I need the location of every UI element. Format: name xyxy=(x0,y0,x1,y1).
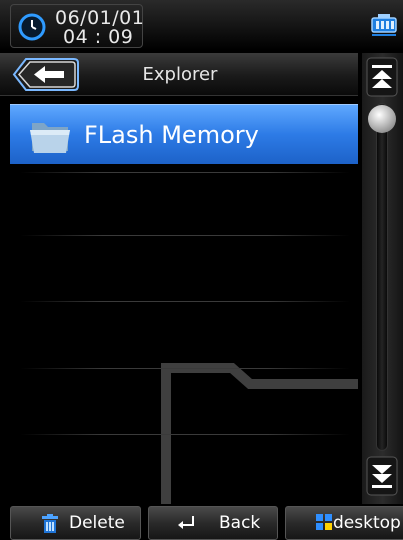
date-text: 06/01/01 xyxy=(55,7,145,29)
scroll-thumb[interactable] xyxy=(368,105,396,133)
return-arrow-icon xyxy=(178,516,194,529)
desktop-label: desktop xyxy=(333,513,401,533)
clock-widget: 06/01/01 04 : 09 xyxy=(10,4,145,48)
row-divider xyxy=(20,172,350,173)
scroll-down-icon[interactable] xyxy=(366,456,398,496)
title-bar: Explorer xyxy=(0,53,358,96)
back-arrow-icon[interactable] xyxy=(12,57,80,92)
page-title: Explorer xyxy=(142,64,218,85)
row-divider xyxy=(20,235,350,236)
list-item-flash-memory[interactable]: FLash Memory xyxy=(10,104,358,164)
trash-icon xyxy=(42,514,58,533)
file-list: FLash Memory xyxy=(0,96,358,504)
folder-icon xyxy=(30,123,70,153)
grid-icon xyxy=(316,514,332,530)
status-bar: 06/01/01 04 : 09 xyxy=(0,0,403,50)
delete-label: Delete xyxy=(69,513,125,533)
delete-button[interactable]: Delete xyxy=(10,506,141,540)
battery-icon xyxy=(371,14,397,36)
row-divider xyxy=(20,301,350,302)
row-divider xyxy=(20,434,350,435)
desktop-button[interactable]: desktop xyxy=(285,506,403,540)
back-button[interactable]: Back xyxy=(148,506,278,540)
scrollbar[interactable] xyxy=(362,53,403,504)
clock-icon xyxy=(18,13,46,41)
list-item-label: FLash Memory xyxy=(84,121,259,149)
bottom-toolbar: Delete Back desktop xyxy=(0,504,403,540)
back-label: Back xyxy=(219,513,261,533)
time-text: 04 : 09 xyxy=(63,26,134,48)
row-divider xyxy=(20,368,350,369)
scroll-track[interactable] xyxy=(376,103,388,451)
scroll-up-icon[interactable] xyxy=(366,57,398,97)
